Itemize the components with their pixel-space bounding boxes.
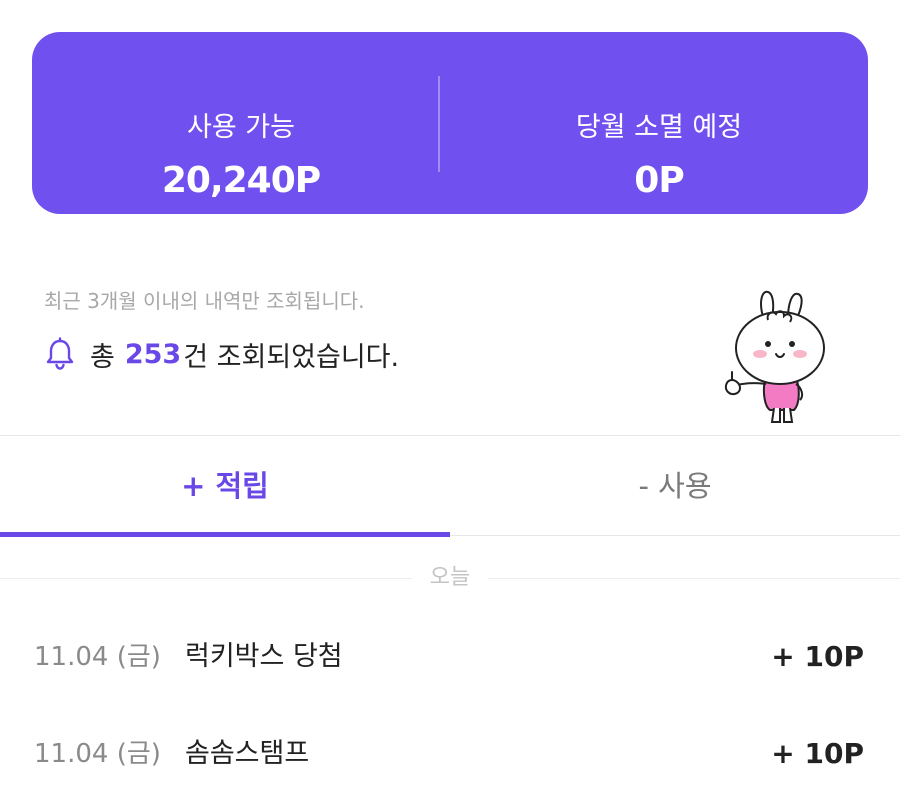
active-tab-indicator [0,532,450,537]
history-title: 럭키박스 당첨 [185,641,343,672]
expiring-points: 당월 소멸 예정 0P [450,32,868,214]
available-label: 사용 가능 [187,112,295,143]
total-count: 253 [124,338,182,370]
history-notice: 최근 3개월 이내의 내역만 조회됩니다. [44,289,365,313]
bell-icon [46,337,74,370]
total-count-row: 총 253 건 조회되었습니다. [44,334,399,374]
summary-divider [438,76,440,172]
expiring-label: 당월 소멸 예정 [575,112,743,143]
tab-earn[interactable]: + 적립 [0,436,450,536]
available-value: 20,240P [161,160,321,201]
points-summary-card: 사용 가능 20,240P 당월 소멸 예정 0P [32,32,868,214]
history-date: 11.04 (금) [34,642,161,672]
history-row: 11.04 (금) 럭키박스 당첨 + 10P [0,627,900,687]
total-suffix: 건 조회되었습니다. [183,341,400,373]
tab-baseline [450,535,900,536]
day-label: 오늘 [412,562,488,594]
history-tabs: + 적립 - 사용 [0,436,900,540]
available-points: 사용 가능 20,240P [32,32,450,214]
history-points: + 10P [771,737,864,770]
history-row: 11.04 (금) 솜솜스탬프 + 10P [0,724,900,784]
total-prefix: 총 [90,341,115,373]
tab-use[interactable]: - 사용 [450,436,900,536]
history-points: + 10P [771,640,864,673]
history-title: 솜솜스탬프 [185,738,310,769]
expiring-value: 0P [634,160,684,201]
mascot-rabbit [724,290,825,423]
history-date: 11.04 (금) [34,739,161,769]
